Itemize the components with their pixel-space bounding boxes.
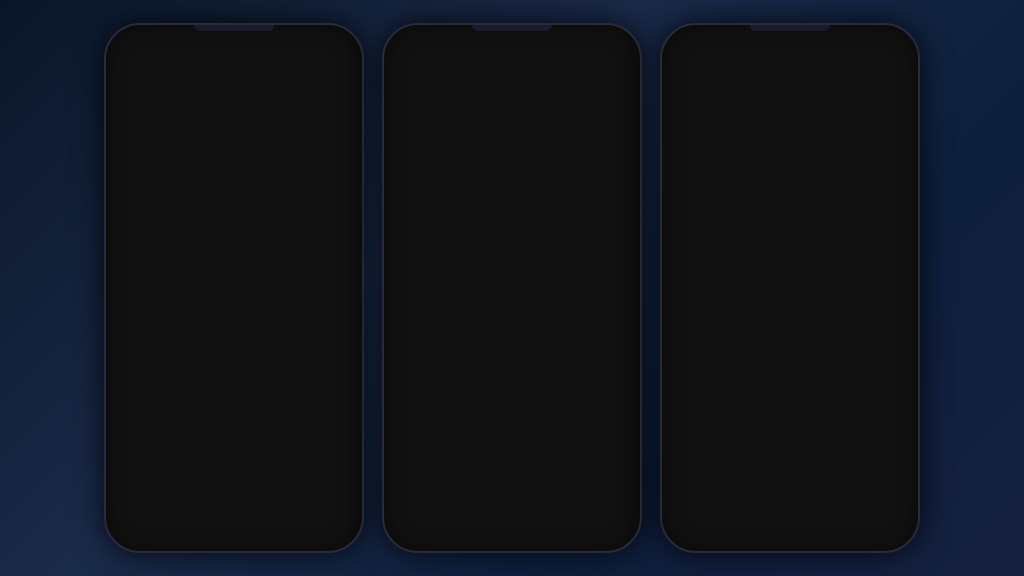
phones-container: ncy calls only 🔵 ⏰ 📶 🔋 14:42 Saturday, N… [0,0,1024,576]
phone-2: 14:42 🔵 ⏰ 📶 🔋 Recents New contact Add to… [382,23,642,553]
phone-1: ncy calls only 🔵 ⏰ 📶 🔋 14:42 Saturday, N… [104,23,364,553]
phone-3: 14:42 🔵 ⏰ 📶 🔋 Settings 🔍 Search settings [660,23,920,553]
